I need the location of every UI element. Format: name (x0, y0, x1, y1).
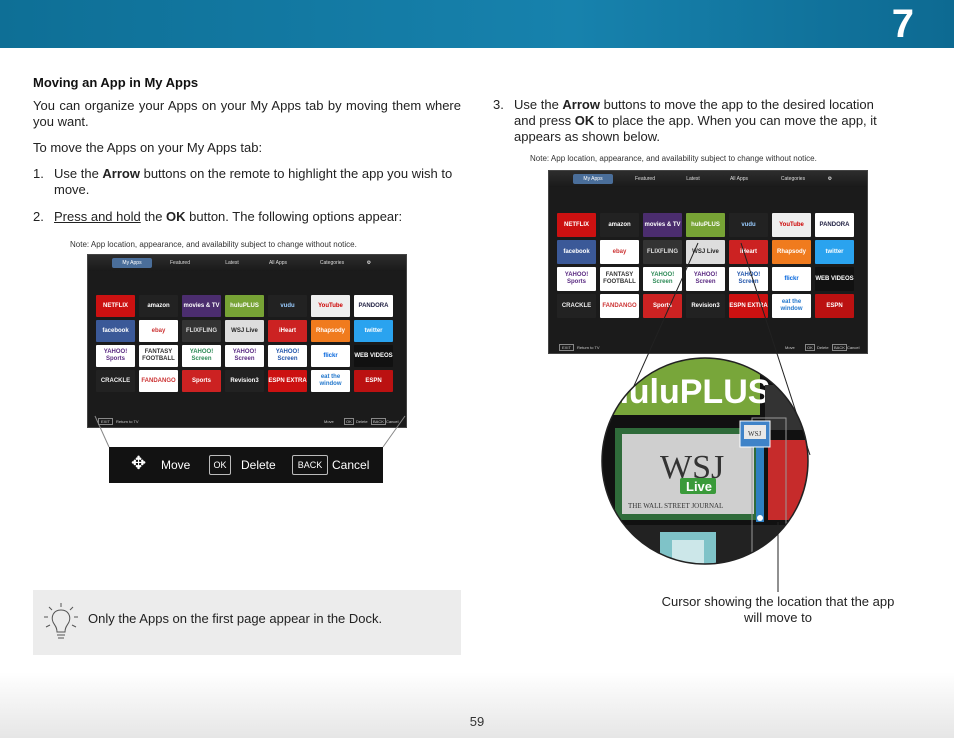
page-number: 59 (469, 714, 485, 729)
magnifier-callout: huluPLUS WSJ Live THE WALL STREET JOURNA… (601, 242, 811, 592)
zoom-mini-wsj-text: WSJ (748, 430, 762, 438)
cursor-caption: Cursor showing the location that the app… (661, 594, 895, 625)
zoom-wsj-sub-text: THE WALL STREET JOURNAL (628, 502, 723, 510)
zoom-live-text: Live (686, 479, 712, 494)
zoom-hulu-text: huluPLUS (608, 373, 770, 411)
